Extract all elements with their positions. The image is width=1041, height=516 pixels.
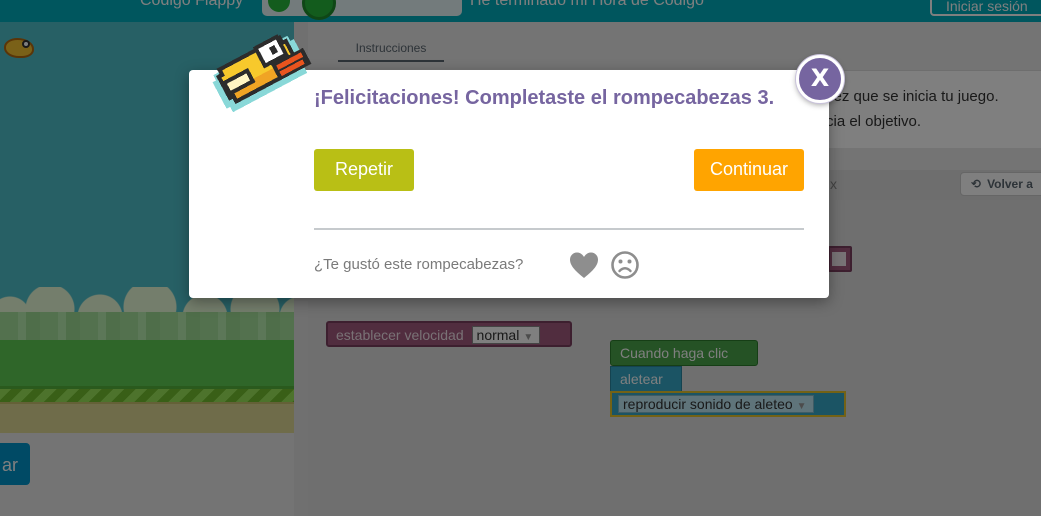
continue-button[interactable]: Continuar <box>694 149 804 191</box>
replay-button[interactable]: Repetir <box>314 149 414 191</box>
flappy-bird-icon <box>212 34 312 113</box>
feedback-question: ¿Te gustó este rompecabezas? <box>314 256 524 273</box>
dialog-divider <box>314 228 804 230</box>
close-icon: X <box>810 64 830 92</box>
sad-face-icon[interactable] <box>610 250 640 280</box>
close-button[interactable]: X <box>796 55 844 103</box>
dialog-title: ¡Felicitaciones! Completaste el rompecab… <box>314 87 775 109</box>
heart-icon[interactable] <box>569 251 599 279</box>
